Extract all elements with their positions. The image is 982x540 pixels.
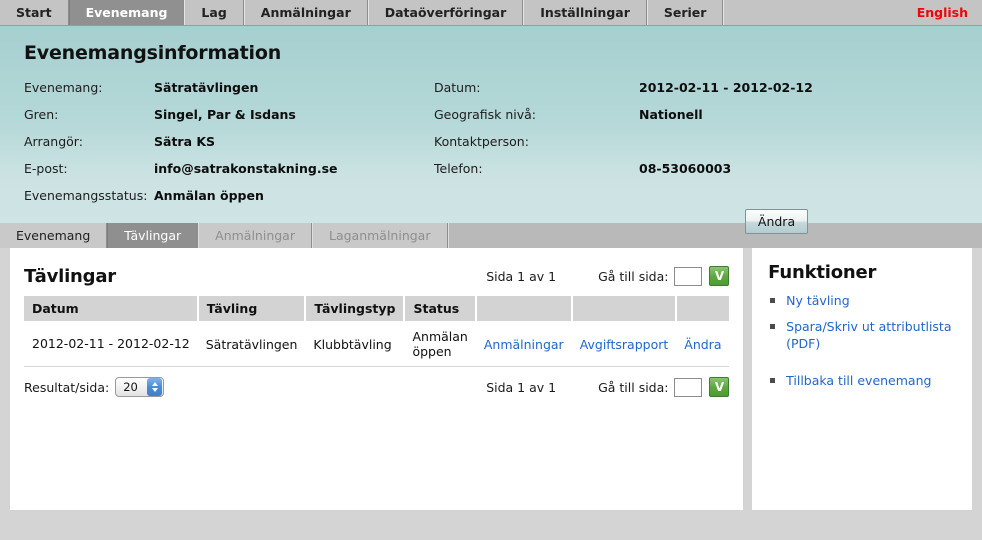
primary-navigation: Start Evenemang Lag Anmälningar Dataöver… <box>0 0 982 26</box>
panel-gutter <box>743 248 752 510</box>
info-value-arrangor: Sätra KS <box>154 134 434 149</box>
cell-tavlingstyp: Klubbtävling <box>305 322 404 367</box>
info-label-kontaktperson: Kontaktperson: <box>434 134 639 149</box>
functions-list: Ny tävling Spara/Skriv ut attributlista … <box>768 293 960 390</box>
status-badge: Anmälan öppen <box>154 188 264 203</box>
info-label-evenemang: Evenemang: <box>24 80 154 95</box>
nav-item-anmalningar[interactable]: Anmälningar <box>244 0 368 25</box>
column-header-blank-1 <box>476 296 572 322</box>
event-status-row: Evenemangsstatus: Anmälan öppen <box>24 188 982 203</box>
page-info-bottom: Sida 1 av 1 <box>486 380 556 395</box>
info-label-evenemangsstatus: Evenemangsstatus: <box>24 188 154 203</box>
table-body: 2012-02-11 - 2012-02-12 Sätratävlingen K… <box>24 322 729 367</box>
nav-item-dataoverforingar[interactable]: Dataöverföringar <box>368 0 524 25</box>
column-header-datum: Datum <box>24 296 198 322</box>
stepper-arrows-icon <box>147 378 162 396</box>
chevron-up-icon <box>152 382 158 386</box>
page-footer-fill <box>0 510 982 540</box>
nav-item-installningar[interactable]: Inställningar <box>523 0 647 25</box>
list-item: Spara/Skriv ut attributlista (PDF) <box>770 319 960 353</box>
cell-link-avgiftsrapport: Avgiftsrapport <box>572 322 677 367</box>
results-per-page-label: Resultat/sida: <box>24 380 109 395</box>
page-title: Evenemangsinformation <box>24 42 982 64</box>
nav-item-lag[interactable]: Lag <box>184 0 243 25</box>
info-value-telefon: 08-53060003 <box>639 161 731 176</box>
subtab-spacer <box>448 223 982 248</box>
competitions-table: Datum Tävling Tävlingstyp Status 2012-02… <box>24 296 729 367</box>
chevron-down-icon <box>152 388 158 392</box>
edit-event-button[interactable]: Ändra <box>745 209 808 234</box>
info-value-epost: info@satrakonstakning.se <box>154 161 434 176</box>
list-item: Tillbaka till evenemang <box>770 373 960 390</box>
nav-item-evenemang[interactable]: Evenemang <box>69 0 185 25</box>
event-information-panel: Evenemangsinformation Evenemang: Sätratä… <box>0 26 982 223</box>
nav-item-start[interactable]: Start <box>0 0 69 25</box>
tab-evenemang[interactable]: Evenemang <box>0 223 107 248</box>
table-row: 2012-02-11 - 2012-02-12 Sätratävlingen K… <box>24 322 729 367</box>
cell-status: Anmälan öppen <box>404 322 475 367</box>
tab-tavlingar[interactable]: Tävlingar <box>107 223 198 248</box>
tab-anmalningar: Anmälningar <box>198 223 312 248</box>
nav-spacer: English <box>723 0 982 25</box>
function-link-spara-attributlista[interactable]: Spara/Skriv ut attributlista (PDF) <box>786 319 951 351</box>
pagination-top: Sida 1 av 1 Gå till sida: V <box>486 266 729 286</box>
results-per-page-select[interactable]: 20 <box>115 377 164 397</box>
table-header-row: Datum Tävling Tävlingstyp Status <box>24 296 729 322</box>
goto-page-submit-bottom[interactable]: V <box>709 377 729 397</box>
info-label-datum: Datum: <box>434 80 639 95</box>
language-switch-link[interactable]: English <box>917 5 968 20</box>
row-link-andra[interactable]: Ändra <box>684 337 721 352</box>
info-label-telefon: Telefon: <box>434 161 639 176</box>
function-link-tillbaka-till-evenemang[interactable]: Tillbaka till evenemang <box>786 373 931 388</box>
competitions-title: Tävlingar <box>24 266 116 287</box>
column-header-status: Status <box>404 296 475 322</box>
goto-page-submit-top[interactable]: V <box>709 266 729 286</box>
info-row: Evenemang: Sätratävlingen Datum: 2012-02… <box>24 80 982 95</box>
info-row: E-post: info@satrakonstakning.se Telefon… <box>24 161 982 176</box>
column-header-blank-3 <box>676 296 729 322</box>
goto-page-label-top: Gå till sida: <box>598 269 668 284</box>
goto-page-input-top[interactable] <box>674 267 702 286</box>
competitions-header-row: Tävlingar Sida 1 av 1 Gå till sida: V <box>24 262 729 290</box>
info-value-datum: 2012-02-11 - 2012-02-12 <box>639 80 813 95</box>
column-header-blank-2 <box>572 296 677 322</box>
info-label-epost: E-post: <box>24 161 154 176</box>
pagination-bottom: Sida 1 av 1 Gå till sida: V <box>486 377 729 397</box>
results-per-page-value: 20 <box>123 380 147 394</box>
function-link-ny-tavling[interactable]: Ny tävling <box>786 293 849 308</box>
cell-tavling: Sätratävlingen <box>198 322 306 367</box>
info-value-evenemang: Sätratävlingen <box>154 80 434 95</box>
content-area: Tävlingar Sida 1 av 1 Gå till sida: V Da… <box>0 248 982 510</box>
info-value-geografisk-niva: Nationell <box>639 107 703 122</box>
tab-laganmalningar: Laganmälningar <box>312 223 448 248</box>
table-header: Datum Tävling Tävlingstyp Status <box>24 296 729 322</box>
column-header-tavling: Tävling <box>198 296 306 322</box>
competitions-footer-row: Resultat/sida: 20 Sida 1 av 1 Gå till si… <box>24 377 729 397</box>
column-header-tavlingstyp: Tävlingstyp <box>305 296 404 322</box>
goto-page-label-bottom: Gå till sida: <box>598 380 668 395</box>
info-label-arrangor: Arrangör: <box>24 134 154 149</box>
competitions-panel: Tävlingar Sida 1 av 1 Gå till sida: V Da… <box>10 248 743 510</box>
goto-page-input-bottom[interactable] <box>674 378 702 397</box>
info-label-gren: Gren: <box>24 107 154 122</box>
secondary-tabbar: Evenemang Tävlingar Anmälningar Laganmäl… <box>0 223 982 248</box>
functions-title: Funktioner <box>768 262 960 283</box>
functions-panel: Funktioner Ny tävling Spara/Skriv ut att… <box>752 248 972 510</box>
results-per-page-control: Resultat/sida: 20 <box>24 377 164 397</box>
cell-datum: 2012-02-11 - 2012-02-12 <box>24 322 198 367</box>
info-row: Arrangör: Sätra KS Kontaktperson: <box>24 134 982 149</box>
nav-item-serier[interactable]: Serier <box>647 0 724 25</box>
row-link-avgiftsrapport[interactable]: Avgiftsrapport <box>580 337 669 352</box>
cell-link-anmalningar: Anmälningar <box>476 322 572 367</box>
info-value-gren: Singel, Par & Isdans <box>154 107 434 122</box>
list-item: Ny tävling <box>770 293 960 310</box>
page-info-top: Sida 1 av 1 <box>486 269 556 284</box>
info-label-geografisk-niva: Geografisk nivå: <box>434 107 639 122</box>
row-link-anmalningar[interactable]: Anmälningar <box>484 337 564 352</box>
cell-link-andra: Ändra <box>676 322 729 367</box>
info-row: Gren: Singel, Par & Isdans Geografisk ni… <box>24 107 982 122</box>
